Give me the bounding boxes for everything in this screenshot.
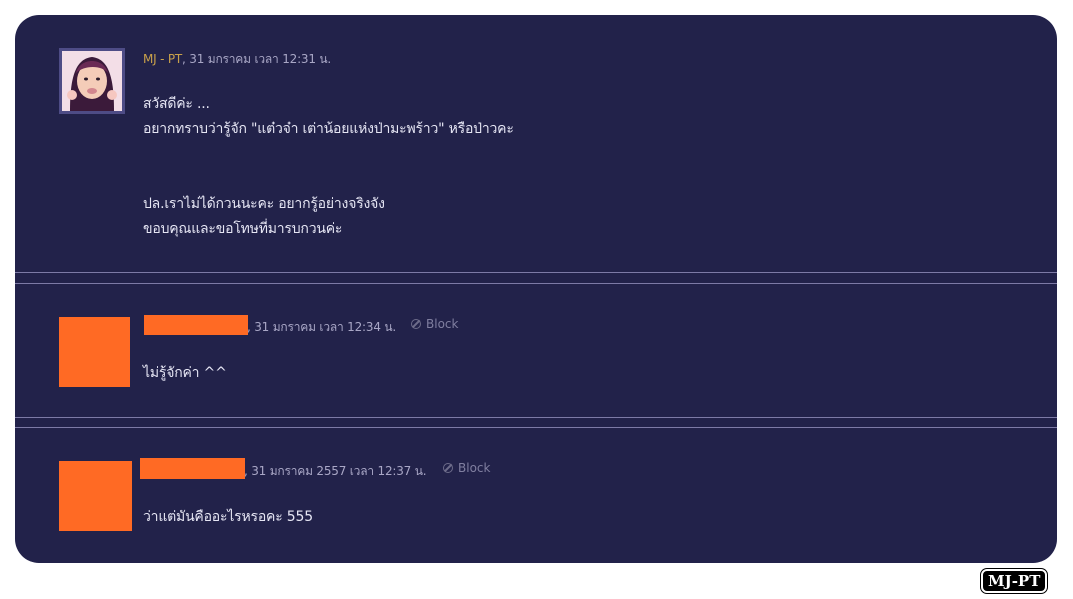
divider [15,272,1057,273]
post-timestamp: , 31 มกราคม เวลา 12:34 น. [247,320,396,334]
avatar-photo-icon [62,51,122,111]
post-timestamp: , 31 มกราคม เวลา 12:31 น. [182,52,332,66]
author-link[interactable]: MJ - PT [143,52,182,66]
comment-panel: MJ - PT, 31 มกราคม เวลา 12:31 น. สวัสดีค… [15,15,1057,563]
redacted-author [144,315,248,335]
post-3: , 31 มกราคม 2557 เวลา 12:37 น. Block ว่า… [15,428,1057,563]
block-label: Block [458,461,491,475]
post-body-line: ขอบคุณและขอโทษที่มารบกวนค่ะ [143,221,343,237]
divider [15,417,1057,418]
block-circle-icon [411,319,421,329]
post-meta: MJ - PT, 31 มกราคม เวลา 12:31 น. [143,50,331,69]
block-button[interactable]: Block [411,317,458,331]
block-button[interactable]: Block [443,461,490,475]
post-2: , 31 มกราคม เวลา 12:34 น. Block ไม่รู้จั… [15,284,1057,417]
block-label: Block [426,317,459,331]
post-body-line: ว่าแต่มันคืออะไรหรอคะ 555 [143,509,313,525]
post-body-line: สวัสดีค่ะ ... [143,96,210,112]
post-body-line: ปล.เราไม่ได้กวนนะคะ อยากรู้อย่างจริงจัง [143,196,385,212]
post-1: MJ - PT, 31 มกราคม เวลา 12:31 น. สวัสดีค… [15,15,1057,273]
redacted-author [140,458,245,479]
avatar[interactable] [59,48,125,114]
watermark-logo: MJ-PT [981,569,1048,593]
avatar[interactable] [59,317,130,387]
block-circle-icon [443,463,453,473]
post-body-line: ไม่รู้จักค่า ^^ [143,365,227,381]
post-timestamp: , 31 มกราคม 2557 เวลา 12:37 น. [244,464,427,478]
avatar[interactable] [59,461,132,531]
post-body-line: อยากทราบว่ารู้จัก "แต๋วจ๋า เต่าน้อยแห่งป… [143,121,514,137]
